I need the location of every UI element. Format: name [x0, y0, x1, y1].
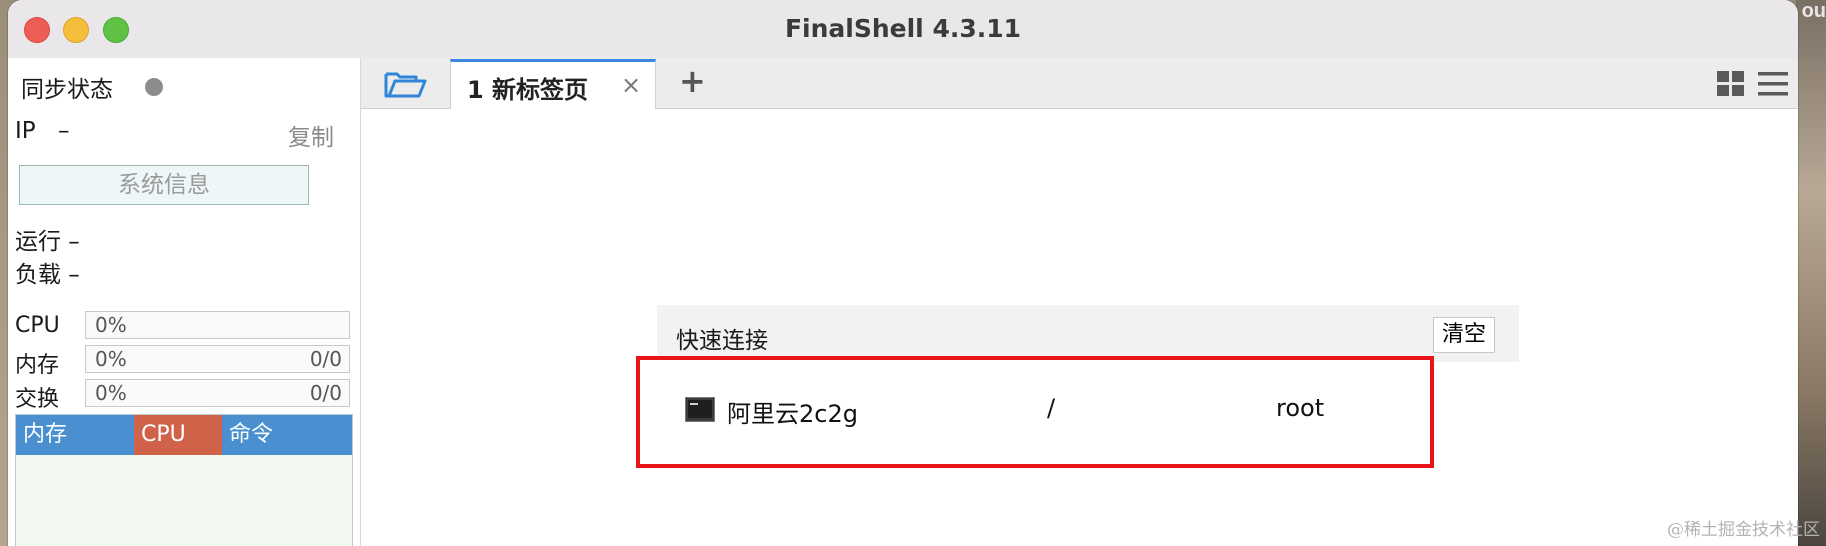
- close-tab-icon[interactable]: ×: [621, 71, 641, 99]
- menu-icon[interactable]: [1758, 70, 1788, 98]
- process-panel: 内存 CPU 命令: [15, 414, 353, 546]
- add-tab-button[interactable]: +: [679, 62, 706, 100]
- window-title: FinalShell 4.3.11: [784, 14, 1022, 43]
- desktop-background: [1796, 0, 1826, 546]
- quick-connect-header: 快速连接 清空: [657, 305, 1519, 362]
- tab-bar: 1 新标签页 × +: [361, 58, 1798, 109]
- connection-path: /: [1047, 394, 1056, 422]
- swap-meter-percent: 0%: [95, 381, 127, 405]
- memory-meter-value: 0/0: [309, 347, 342, 371]
- grid-view-icon[interactable]: [1716, 70, 1746, 98]
- connection-user: root: [1276, 394, 1325, 422]
- cpu-meter: 0%: [85, 311, 350, 339]
- clear-button[interactable]: 清空: [1432, 317, 1495, 353]
- copy-ip-button[interactable]: 复制: [288, 118, 334, 152]
- quick-connect-entry[interactable]: 阿里云2c2g / root: [636, 356, 1434, 468]
- quick-connect-title: 快速连接: [676, 328, 768, 354]
- load-label: 负载 –: [15, 262, 80, 288]
- desktop-corner-text: ou: [1801, 0, 1826, 22]
- tab-new[interactable]: 1 新标签页 ×: [450, 59, 656, 109]
- main-area: 1 新标签页 × + 快速连接 清空 阿里云2c2g / root: [361, 58, 1798, 546]
- sidebar: 同步状态 IP – 复制 系统信息 运行 – 负载 – CPU 0% 内存 0%…: [8, 58, 361, 546]
- memory-meter-label: 内存: [15, 353, 60, 378]
- cpu-meter-percent: 0%: [95, 313, 127, 337]
- title-bar: FinalShell 4.3.11: [8, 0, 1798, 59]
- process-sort-memory[interactable]: 内存: [16, 415, 134, 455]
- swap-meter: 0% 0/0: [85, 379, 350, 407]
- terminal-icon: [685, 397, 715, 422]
- sync-status-indicator: [145, 78, 163, 96]
- cpu-meter-label: CPU: [15, 313, 60, 338]
- uptime-label: 运行 –: [15, 229, 80, 255]
- memory-meter: 0% 0/0: [85, 345, 350, 373]
- ip-label: IP: [15, 118, 36, 144]
- tab-new-label: 1 新标签页: [467, 76, 589, 104]
- ip-value: –: [58, 118, 70, 144]
- system-info-button[interactable]: 系统信息: [19, 165, 309, 205]
- connection-name: 阿里云2c2g: [727, 400, 858, 428]
- app-window: FinalShell 4.3.11 同步状态 IP – 复制 系统信息 运行 –…: [8, 0, 1798, 546]
- process-sort-cpu[interactable]: CPU: [134, 415, 222, 455]
- process-sort-command[interactable]: 命令: [222, 415, 352, 455]
- swap-meter-label: 交换: [15, 387, 60, 412]
- process-header: 内存 CPU 命令: [16, 415, 352, 455]
- folder-open-icon[interactable]: [383, 68, 427, 100]
- swap-meter-value: 0/0: [309, 381, 342, 405]
- memory-meter-percent: 0%: [95, 347, 127, 371]
- sync-status-label: 同步状态: [21, 77, 113, 103]
- watermark: @稀土掘金技术社区: [1667, 520, 1820, 540]
